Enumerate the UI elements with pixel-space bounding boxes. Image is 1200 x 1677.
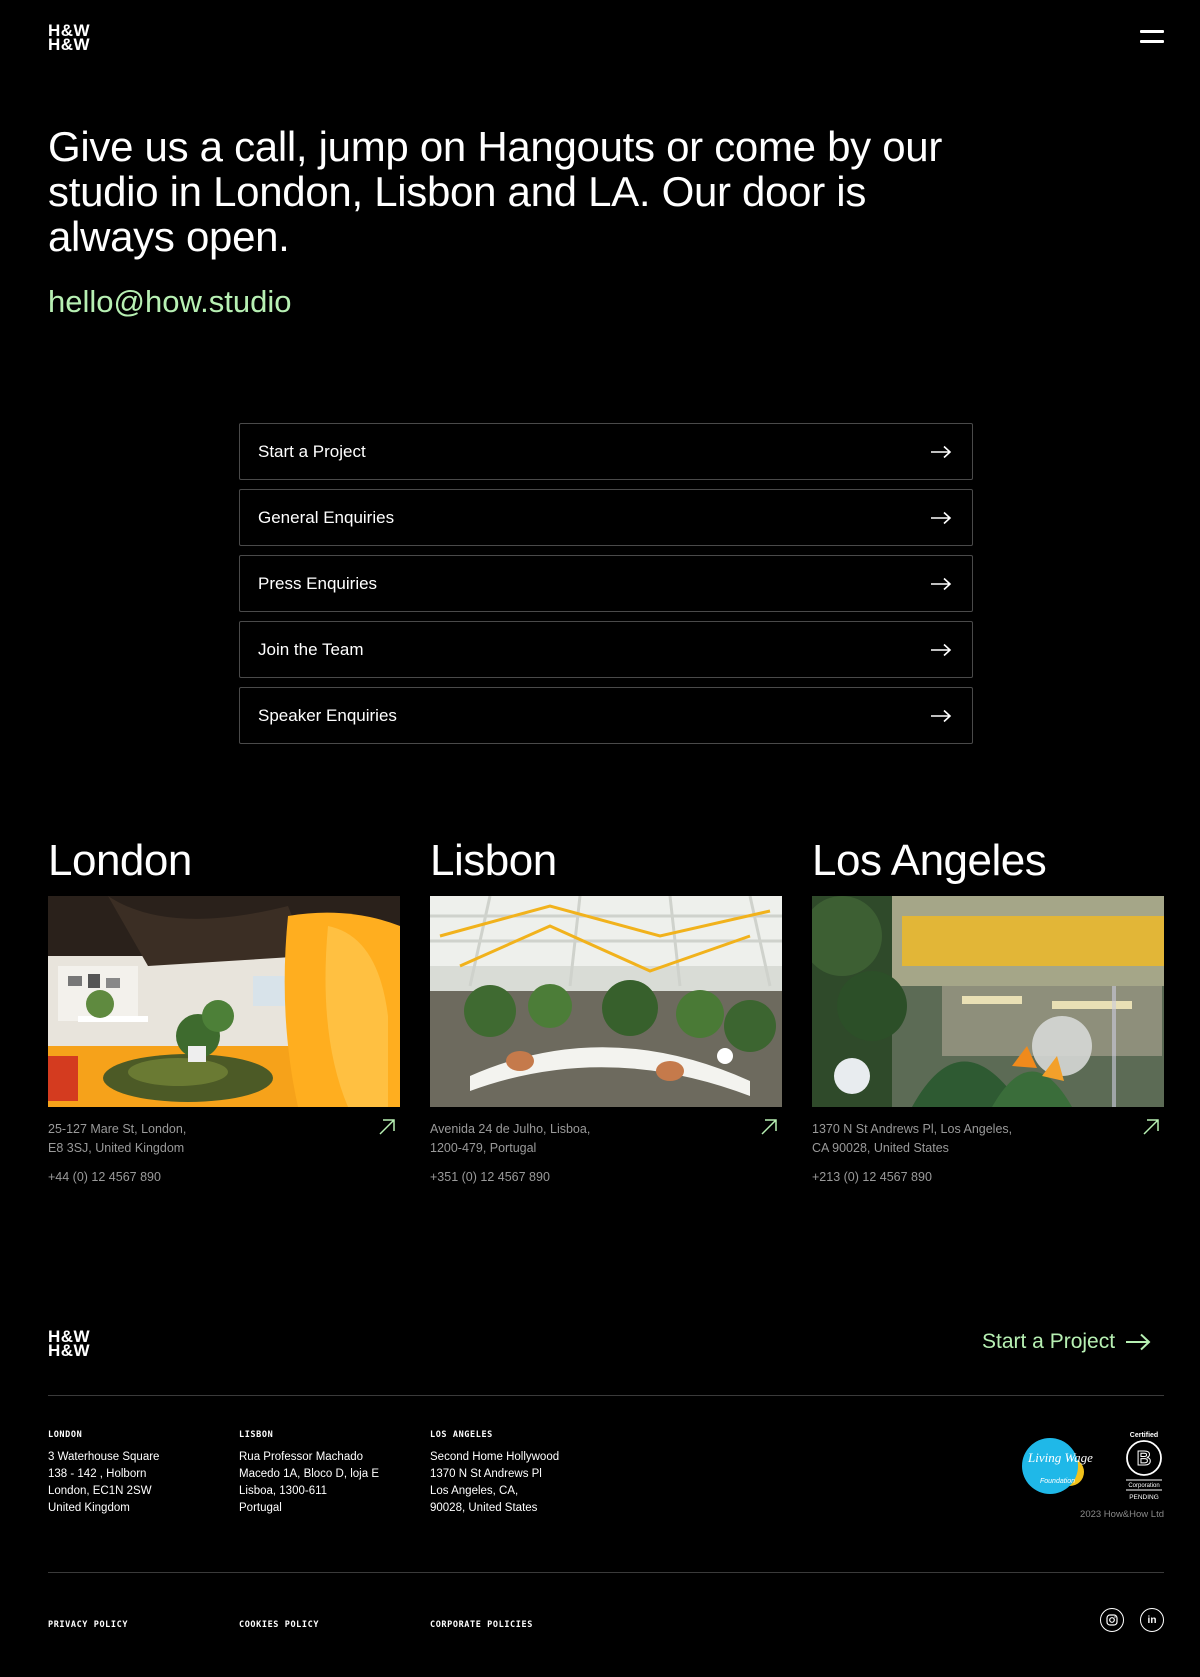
hamburger-icon[interactable] [1140, 30, 1164, 48]
general-enquiries-button[interactable]: General Enquiries [239, 489, 973, 546]
arrow-up-right-icon[interactable] [1142, 1118, 1160, 1136]
living-wage-text: Living Wage [1027, 1450, 1093, 1465]
footer-address-line: 1370 N St Andrews Pl [430, 1468, 542, 1480]
cookies-policy-link[interactable]: COOKIES POLICY [239, 1620, 430, 1630]
footer-addresses: LONDON 3 Waterhouse Square 138 - 142 , H… [48, 1430, 621, 1517]
arrow-right-icon [1126, 1333, 1151, 1351]
logo[interactable]: H&W H&W [48, 22, 100, 54]
footer-address-line: 138 - 142 , Holborn [48, 1468, 147, 1480]
footer-address-line: Second Home Hollywood [430, 1451, 560, 1463]
living-wage-sub: Foundation [1040, 1478, 1075, 1485]
privacy-policy-link[interactable]: PRIVACY POLICY [48, 1620, 239, 1630]
office-city: Los Angeles [812, 836, 1047, 885]
bcorp-status: PENDING [1129, 1494, 1159, 1501]
logo-line: H&W [48, 35, 91, 54]
arrow-right-icon [931, 643, 952, 656]
social-links: in [1100, 1608, 1164, 1632]
certification-badges: Living Wage Foundation Certified B Corpo… [1018, 1430, 1164, 1502]
footer-col-heading: LOS ANGELES [430, 1430, 493, 1440]
office-list: London 25-127 Mare St, London, E8 3SJ, U… [48, 836, 1164, 1184]
office-address-line: E8 3SJ, United Kingdom [48, 1141, 185, 1155]
enquiry-list: Start a Project General Enquiries Press … [239, 423, 973, 753]
office-address-line: 1200-479, Portugal [430, 1141, 537, 1155]
start-project-button[interactable]: Start a Project [239, 423, 973, 480]
arrow-up-right-icon[interactable] [760, 1118, 778, 1136]
bcorp-top: Certified [1130, 1432, 1158, 1439]
london-studio-photo [48, 896, 400, 1107]
footer-address-line: Macedo 1A, Bloco D, loja E [239, 1468, 379, 1480]
footer-address-line: Portugal [239, 1502, 282, 1514]
office-los-angeles: Los Angeles 1370 N St Andrews Pl, Los An… [812, 836, 1164, 1184]
instagram-icon[interactable] [1100, 1608, 1124, 1632]
office-phone: +213 (0) 12 4567 890 [812, 1170, 932, 1184]
enquiry-label: Speaker Enquiries [258, 705, 397, 725]
office-phone: +44 (0) 12 4567 890 [48, 1170, 161, 1184]
footer-address-line: United Kingdom [48, 1502, 130, 1514]
footer-col-london: LONDON 3 Waterhouse Square 138 - 142 , H… [48, 1430, 239, 1517]
office-lisbon: Lisbon Avenida 24 de Julho, Lisboa, 1200… [430, 836, 782, 1184]
bcorp-sub: Corporation [1128, 1483, 1159, 1489]
footer-divider [48, 1572, 1164, 1573]
corporate-policies-link[interactable]: CORPORATE POLICIES [430, 1620, 621, 1630]
office-city: London [48, 836, 192, 885]
los-angeles-studio-photo [812, 896, 1164, 1107]
footer-address-line: Los Angeles, CA, [430, 1485, 519, 1497]
office-address: Avenida 24 de Julho, Lisboa, 1200-479, P… [430, 1120, 730, 1158]
email-link[interactable]: hello@how.studio [48, 284, 291, 320]
arrow-right-icon [931, 511, 952, 524]
office-city: Lisbon [430, 836, 557, 885]
footer-address-line: 3 Waterhouse Square [48, 1451, 160, 1463]
enquiry-label: Join the Team [258, 639, 364, 659]
footer-logo[interactable]: H&W H&W [48, 1328, 100, 1360]
bcorp-letter: B [1137, 1448, 1151, 1470]
office-address: 1370 N St Andrews Pl, Los Angeles, CA 90… [812, 1120, 1112, 1158]
footer-cta-label: Start a Project [982, 1330, 1116, 1353]
footer-col-lisbon: LISBON Rua Professor Machado Macedo 1A, … [239, 1430, 430, 1517]
footer-divider [48, 1395, 1164, 1396]
arrow-up-right-icon[interactable] [378, 1118, 396, 1136]
copyright: 2023 How&How Ltd [1080, 1509, 1164, 1520]
office-london: London 25-127 Mare St, London, E8 3SJ, U… [48, 836, 400, 1184]
arrow-right-icon [931, 577, 952, 590]
press-enquiries-button[interactable]: Press Enquiries [239, 555, 973, 612]
office-address-line: 1370 N St Andrews Pl, Los Angeles, [812, 1122, 1013, 1136]
join-team-button[interactable]: Join the Team [239, 621, 973, 678]
speaker-enquiries-button[interactable]: Speaker Enquiries [239, 687, 973, 744]
footer-address-line: London, EC1N 2SW [48, 1485, 152, 1497]
office-address-line: Avenida 24 de Julho, Lisboa, [430, 1122, 591, 1136]
bcorp-badge: Certified B Corporation PENDING [1126, 1432, 1162, 1501]
linkedin-label: in [1147, 1614, 1157, 1626]
linkedin-icon[interactable]: in [1140, 1608, 1164, 1632]
footer-address-line: 90028, United States [430, 1502, 538, 1514]
logo-line: H&W [48, 1341, 91, 1360]
footer-col-los-angeles: LOS ANGELES Second Home Hollywood 1370 N… [430, 1430, 621, 1517]
living-wage-badge: Living Wage Foundation [1022, 1438, 1093, 1494]
legal-links: PRIVACY POLICY COOKIES POLICY CORPORATE … [48, 1620, 621, 1630]
arrow-right-icon [931, 445, 952, 458]
lisbon-studio-photo [430, 896, 782, 1107]
enquiry-label: Start a Project [258, 441, 366, 461]
footer-col-heading: LONDON [48, 1430, 83, 1440]
arrow-right-icon [931, 709, 952, 722]
footer-start-project-link[interactable]: Start a Project [982, 1330, 1151, 1354]
footer-address-line: Rua Professor Machado [239, 1451, 364, 1463]
footer-address-line: Lisboa, 1300-611 [239, 1485, 328, 1497]
footer-col-heading: LISBON [239, 1430, 274, 1440]
enquiry-label: Press Enquiries [258, 573, 378, 593]
office-address-line: 25-127 Mare St, London, [48, 1122, 187, 1136]
enquiry-label: General Enquiries [258, 507, 395, 527]
office-address: 25-127 Mare St, London, E8 3SJ, United K… [48, 1120, 348, 1158]
office-address-line: CA 90028, United States [812, 1141, 949, 1155]
office-phone: +351 (0) 12 4567 890 [430, 1170, 550, 1184]
hero-heading: Give us a call, jump on Hangouts or come… [48, 123, 943, 260]
